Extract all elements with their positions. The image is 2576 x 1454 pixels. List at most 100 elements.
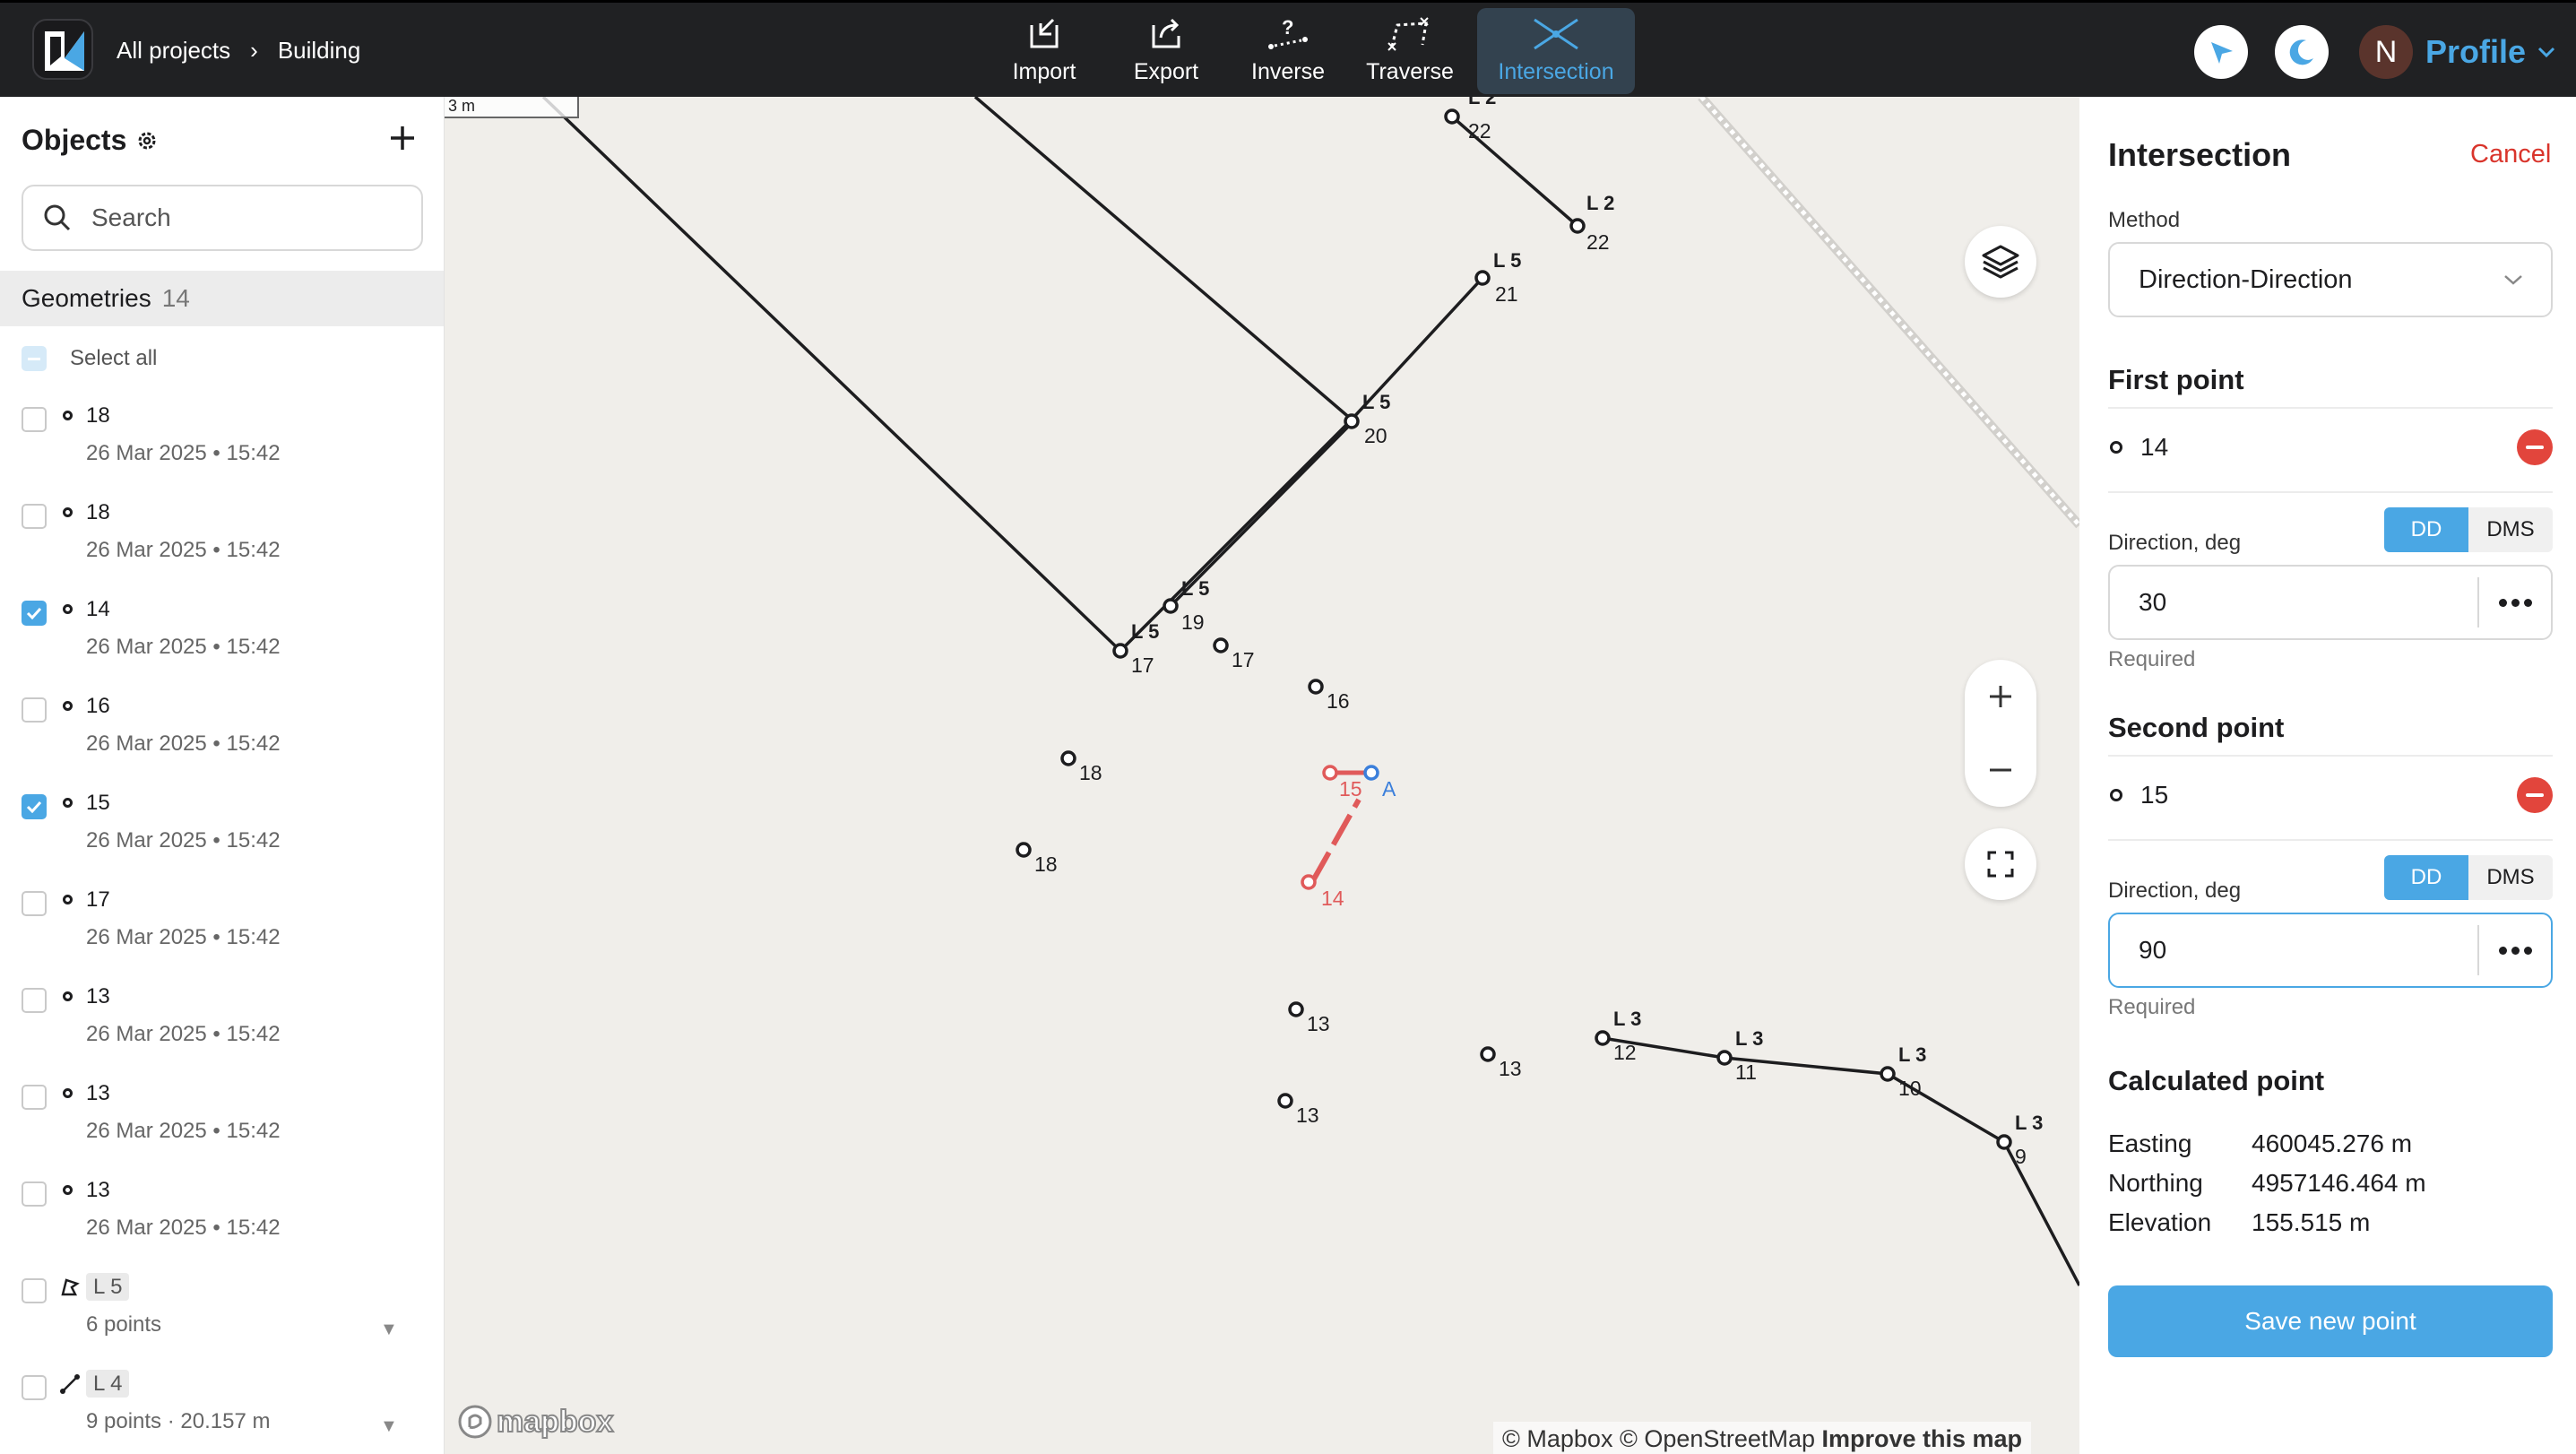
first-dd-option[interactable]: DD [2384,507,2468,552]
list-item-checkbox[interactable] [22,504,47,529]
breadcrumb-all-projects[interactable]: All projects [117,37,230,65]
breadcrumb: All projects › Building [117,37,360,65]
zoom-in-button[interactable] [1965,660,2036,733]
list-item[interactable]: 16 26 Mar 2025 • 15:42 [22,688,434,785]
layers-button[interactable] [1965,226,2036,298]
list-item[interactable]: 13 26 Mar 2025 • 15:42 [22,1173,434,1269]
vertex-18a [1060,750,1076,766]
vertex-11 [1716,1050,1733,1066]
second-direction-more-button[interactable] [2477,925,2551,975]
tool-export[interactable]: Export [1111,8,1221,94]
list-item-checkbox[interactable] [22,697,47,723]
list-item-checkbox[interactable] [22,1375,47,1400]
list-item[interactable]: 15 26 Mar 2025 • 15:42 [22,785,434,882]
list-item-checkbox[interactable] [22,1181,47,1207]
divider [2108,839,2553,841]
list-item[interactable]: L 5 ▼ 6 points [22,1269,434,1366]
intersection-icon [1534,18,1578,50]
list-item-name: 18 [86,500,110,524]
map-label: 18 [1079,761,1102,784]
locate-button[interactable] [2194,25,2248,79]
tool-traverse[interactable]: Traverse [1355,8,1465,94]
list-item-meta: 6 points [86,1312,162,1337]
attribution-mapbox[interactable]: © Mapbox [1502,1425,1612,1452]
select-all[interactable]: Select all [22,346,157,371]
first-direction-input[interactable] [2110,588,2468,617]
list-item-meta: 26 Mar 2025 • 15:42 [86,925,281,949]
map-label: L 5 [1362,391,1390,413]
second-direction-input[interactable] [2110,936,2468,965]
geometries-header[interactable]: Geometries 14 [0,271,444,326]
layers-icon [1982,245,2019,279]
l3-line[interactable] [1602,1036,2079,1286]
profile-menu[interactable]: Profile [2425,33,2556,71]
list-item-checkbox[interactable] [22,1278,47,1303]
list-item-checkbox[interactable] [22,407,47,432]
tool-import[interactable]: Import [990,8,1099,94]
list-item[interactable]: L 4 ▼ 9 points · 20.157 m [22,1366,434,1454]
list-item[interactable]: 13 26 Mar 2025 • 15:42 [22,979,434,1076]
map-label: L 3 [1898,1043,1926,1066]
remove-first-point-button[interactable] [2517,429,2553,465]
expand-caret-icon[interactable]: ▼ [380,1416,398,1437]
method-select[interactable]: Direction-Direction [2108,242,2553,317]
list-item-checkbox[interactable] [22,601,47,626]
list-item[interactable]: 14 26 Mar 2025 • 15:42 [22,592,434,688]
save-new-point-button[interactable]: Save new point [2108,1285,2553,1357]
objects-panel: Objects Geometries 14 Select all 18 26 Ma… [0,97,445,1454]
list-item-checkbox[interactable] [22,891,47,916]
map-geometry-layer[interactable]: L 2 22 L 2 22 L 5 21 L 5 20 L 5 19 L 5 1… [445,97,2079,1454]
import-icon [1030,18,1059,48]
first-direction-more-button[interactable] [2477,577,2551,627]
app-logo[interactable] [32,19,93,80]
zoom-out-button[interactable] [1965,733,2036,807]
fit-bounds-button[interactable] [1965,828,2036,900]
easting-value: 460045.276 m [2252,1129,2413,1157]
chevron-down-icon [2537,47,2555,58]
avatar[interactable]: N [2359,25,2413,79]
list-item[interactable]: 17 26 Mar 2025 • 15:42 [22,882,434,979]
second-point-row[interactable]: 15 [2108,773,2553,818]
elevation-value: 155.515 m [2252,1208,2371,1236]
second-point-value: 15 [2140,781,2169,809]
select-all-checkbox[interactable] [22,346,47,371]
list-item-checkbox[interactable] [22,794,47,819]
polygon-icon [59,1277,81,1303]
list-item[interactable]: 18 26 Mar 2025 • 15:42 [22,495,434,592]
theme-toggle-button[interactable] [2275,25,2329,79]
tool-inverse[interactable]: ? Inverse [1233,8,1343,94]
remove-second-point-button[interactable] [2517,777,2553,813]
check-icon [26,801,42,813]
l5-edge-4[interactable] [1119,418,1353,653]
calculated-point-a[interactable] [1363,765,1379,781]
breadcrumb-building[interactable]: Building [278,37,361,65]
add-object-button[interactable] [389,117,416,160]
first-dms-option[interactable]: DMS [2468,507,2553,552]
second-dms-option[interactable]: DMS [2468,855,2553,900]
attribution-improve[interactable]: Improve this map [1822,1425,2023,1452]
selected-line-14-15[interactable] [1310,798,1361,884]
vertex-13a [1288,1001,1304,1017]
tool-intersection[interactable]: Intersection [1477,8,1635,94]
list-item-checkbox[interactable] [22,988,47,1013]
second-dd-option[interactable]: DD [2384,855,2468,900]
point-icon [63,604,73,614]
list-item[interactable]: 18 26 Mar 2025 • 15:42 [22,398,434,495]
map-label: L 5 [1493,249,1521,272]
expand-caret-icon[interactable]: ▼ [380,1320,398,1340]
map-label: 12 [1613,1041,1637,1064]
attribution-osm[interactable]: © OpenStreetMap [1620,1425,1815,1452]
first-unit-toggle: DD DMS [2384,507,2553,552]
list-item-checkbox[interactable] [22,1085,47,1110]
cancel-button[interactable]: Cancel [2470,140,2551,169]
gear-icon[interactable] [135,129,159,152]
mapbox-logo[interactable]: mapbox [457,1404,614,1440]
l5-edge-1[interactable] [541,97,1122,653]
first-point-row[interactable]: 14 [2108,425,2553,470]
map-canvas[interactable]: L 2 22 L 2 22 L 5 21 L 5 20 L 5 19 L 5 1… [445,97,2079,1454]
list-item[interactable]: 13 26 Mar 2025 • 15:42 [22,1076,434,1173]
top-bar: All projects › Building Import Export ? [0,0,2576,97]
l5-edge-2[interactable] [973,97,1353,421]
more-dot-icon [2511,598,2520,607]
search-input[interactable] [91,203,378,232]
